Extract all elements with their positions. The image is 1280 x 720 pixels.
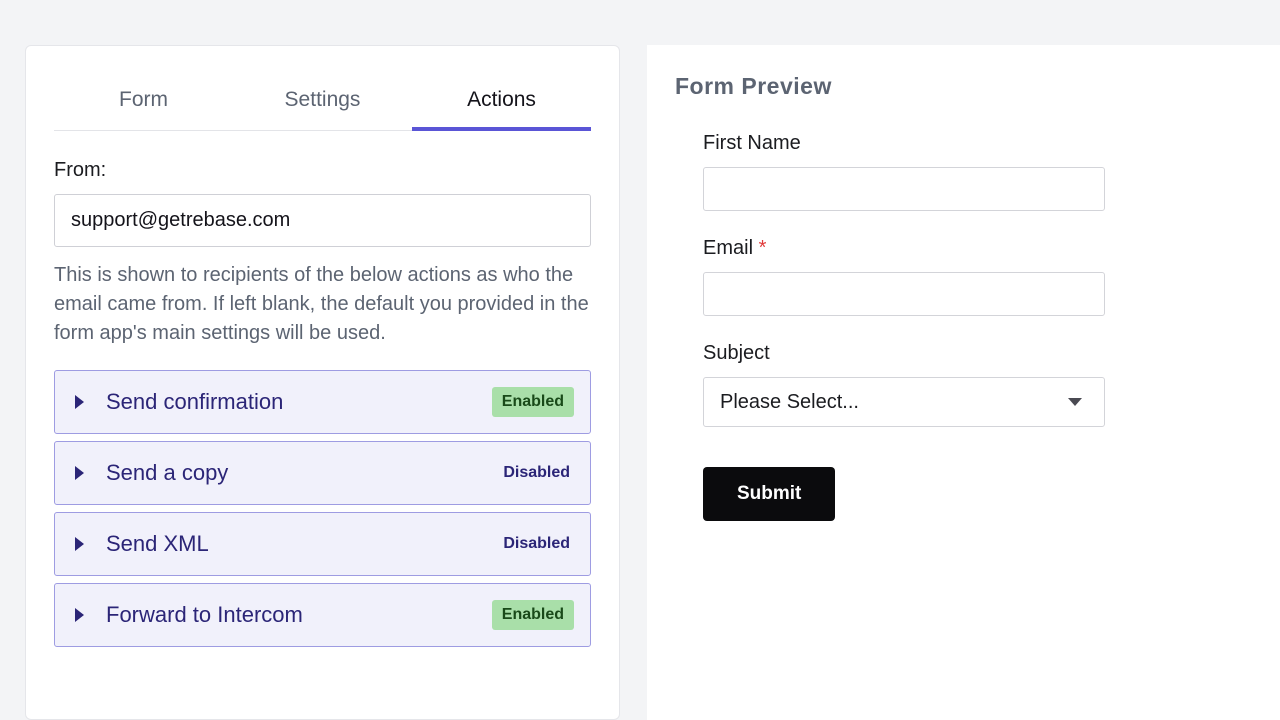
action-forward-to-intercom[interactable]: Forward to Intercom Enabled bbox=[54, 583, 591, 647]
tab-settings[interactable]: Settings bbox=[233, 74, 412, 130]
submit-button[interactable]: Submit bbox=[703, 467, 835, 521]
caret-right-icon bbox=[75, 395, 84, 409]
action-title: Send XML bbox=[106, 531, 493, 557]
subject-select-value: Please Select... bbox=[720, 391, 859, 414]
caret-right-icon bbox=[75, 537, 84, 551]
preview-panel: Form Preview First Name Email * Subject … bbox=[647, 45, 1280, 720]
required-mark: * bbox=[759, 237, 767, 259]
from-help-text: This is shown to recipients of the below… bbox=[54, 261, 591, 348]
action-title: Send confirmation bbox=[106, 389, 492, 415]
chevron-down-icon bbox=[1068, 398, 1082, 406]
preview-form: First Name Email * Subject Please Select… bbox=[675, 132, 1105, 521]
email-input[interactable] bbox=[703, 272, 1105, 316]
from-label: From: bbox=[54, 159, 591, 182]
email-label: Email * bbox=[703, 237, 1105, 260]
action-send-confirmation[interactable]: Send confirmation Enabled bbox=[54, 370, 591, 434]
status-badge: Disabled bbox=[493, 458, 574, 488]
action-send-xml[interactable]: Send XML Disabled bbox=[54, 512, 591, 576]
caret-right-icon bbox=[75, 466, 84, 480]
from-input[interactable] bbox=[54, 194, 591, 247]
preview-heading: Form Preview bbox=[675, 73, 1252, 100]
status-badge: Enabled bbox=[492, 387, 574, 417]
first-name-input[interactable] bbox=[703, 167, 1105, 211]
caret-right-icon bbox=[75, 608, 84, 622]
action-send-a-copy[interactable]: Send a copy Disabled bbox=[54, 441, 591, 505]
status-badge: Enabled bbox=[492, 600, 574, 630]
config-panel: Form Settings Actions From: This is show… bbox=[25, 45, 620, 720]
subject-select[interactable]: Please Select... bbox=[703, 377, 1105, 427]
action-title: Forward to Intercom bbox=[106, 602, 492, 628]
action-title: Send a copy bbox=[106, 460, 493, 486]
subject-label: Subject bbox=[703, 342, 1105, 365]
email-label-text: Email bbox=[703, 237, 753, 259]
tab-actions[interactable]: Actions bbox=[412, 74, 591, 130]
tab-bar: Form Settings Actions bbox=[54, 74, 591, 131]
status-badge: Disabled bbox=[493, 529, 574, 559]
tab-form[interactable]: Form bbox=[54, 74, 233, 130]
first-name-label: First Name bbox=[703, 132, 1105, 155]
